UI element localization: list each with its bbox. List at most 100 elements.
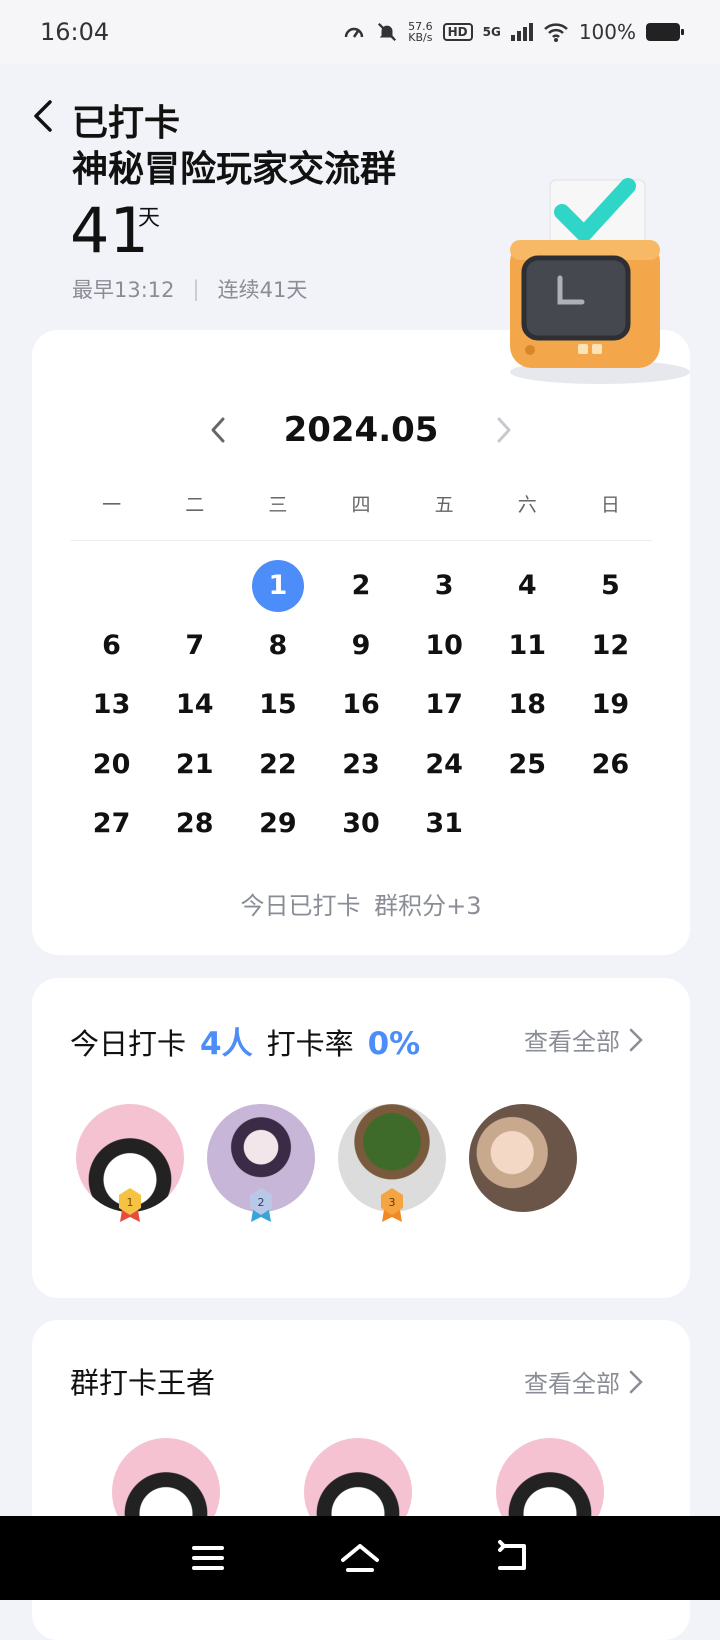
status-bar: 16:04 57.6 KB/s HD 5G 100% [0, 0, 720, 64]
calendar-day[interactable]: 31 [403, 794, 486, 854]
day-number: 14 [175, 689, 214, 721]
checkin-rate-value: 0% [367, 1026, 421, 1062]
day-number: 25 [508, 748, 547, 780]
calendar-day[interactable]: 24 [403, 735, 486, 795]
month-label: 2024.05 [283, 410, 439, 450]
hd-badge: HD [442, 23, 473, 41]
streak-days: 连续41天 [217, 278, 308, 302]
weekday-label: 一 [102, 494, 122, 516]
day-number: 27 [92, 808, 131, 840]
calendar-day[interactable]: 15 [236, 675, 319, 735]
day-number: 1 [251, 559, 304, 612]
day-number: 6 [102, 629, 121, 661]
day-number: 10 [425, 629, 463, 661]
day-number: 8 [268, 629, 288, 661]
avatar[interactable]: 1 [76, 1104, 184, 1222]
day-number: 16 [342, 689, 380, 721]
calendar-day[interactable]: 18 [486, 675, 569, 735]
battery-icon [646, 23, 684, 41]
calendar-day[interactable]: 1 [236, 556, 319, 616]
today-checkin-count: 4人 [200, 1026, 253, 1062]
today-checkin-label: 今日打卡 [70, 1027, 187, 1061]
calendar-day[interactable]: 27 [70, 794, 153, 854]
wifi-icon [543, 23, 568, 42]
chevron-right-icon[interactable] [492, 415, 516, 445]
days-unit: 天 [138, 206, 161, 231]
weekday-label: 二 [185, 494, 205, 516]
checkin-rate-label: 打卡率 [266, 1027, 354, 1061]
chevron-right-icon [629, 1370, 643, 1393]
clock-box-illustration [510, 178, 690, 384]
checkin-status: 已打卡 [72, 103, 181, 144]
back-nav-icon[interactable] [490, 1536, 534, 1580]
group-name: 神秘冒险玩家交流群 [72, 149, 397, 190]
day-number: 20 [92, 748, 131, 780]
today-checkin-header: 今日打卡 4人 打卡率 0% [70, 1018, 420, 1063]
day-number: 3 [434, 570, 454, 602]
weekday-label: 五 [434, 494, 454, 516]
calendar-day[interactable]: 12 [569, 616, 652, 676]
calendar-day[interactable]: 9 [319, 616, 402, 676]
calendar-day[interactable]: 19 [569, 675, 652, 735]
calendar-day[interactable]: 13 [70, 675, 153, 735]
medal-bronze-icon: 3 [381, 1188, 403, 1222]
calendar-day[interactable]: 17 [403, 675, 486, 735]
calendar-day[interactable]: 29 [236, 794, 319, 854]
king-view-all-button[interactable]: 查看全部 [524, 1364, 644, 1399]
signal-icon [510, 23, 533, 41]
mute-icon [378, 22, 397, 42]
calendar-day[interactable]: 6 [70, 616, 153, 676]
weekday-label: 日 [600, 494, 620, 516]
view-all-label: 查看全部 [524, 1028, 620, 1056]
calendar-day[interactable]: 8 [236, 616, 319, 676]
avatar[interactable]: 3 [338, 1104, 446, 1222]
calendar-day[interactable]: 2 [319, 556, 402, 616]
day-number: 11 [508, 629, 547, 661]
menu-icon[interactable] [186, 1536, 230, 1580]
calendar-day[interactable]: 10 [403, 616, 486, 676]
weekday-label: 三 [268, 494, 288, 516]
day-number: 22 [259, 748, 297, 780]
system-nav-bar [0, 1516, 720, 1600]
back-button[interactable] [24, 94, 64, 138]
calendar-day[interactable]: 20 [70, 735, 153, 795]
calendar-day[interactable]: 7 [153, 616, 236, 676]
checkin-result: 今日已打卡 群积分+3 [240, 892, 482, 920]
day-number: 21 [175, 748, 214, 780]
calendar-empty-cell [153, 556, 236, 616]
medal-gold-icon: 1 [119, 1188, 141, 1222]
calendar-day[interactable]: 14 [153, 675, 236, 735]
avatar[interactable]: 2 [207, 1104, 315, 1222]
speed-icon [344, 27, 364, 38]
net-speed: 57.6 KB/s [408, 20, 433, 44]
calendar-day[interactable]: 28 [153, 794, 236, 854]
calendar-day[interactable]: 23 [319, 735, 402, 795]
home-icon[interactable] [338, 1536, 382, 1580]
calendar-day[interactable]: 25 [486, 735, 569, 795]
calendar-day[interactable]: 16 [319, 675, 402, 735]
calendar-day[interactable]: 5 [569, 556, 652, 616]
avatar[interactable] [469, 1104, 577, 1212]
today-view-all-button[interactable]: 查看全部 [524, 1022, 644, 1057]
day-number: 17 [425, 689, 463, 721]
back-icon [34, 100, 52, 132]
calendar-day[interactable]: 22 [236, 735, 319, 795]
day-number: 7 [185, 629, 205, 661]
chevron-right-icon [629, 1028, 643, 1051]
day-number: 2 [351, 570, 371, 602]
calendar-day[interactable]: 3 [403, 556, 486, 616]
calendar-card: 2024.05 一 二 三 四 五 六 日 1 2 3 4 5 6 7 8 9 10 11 12 13 1… [32, 330, 690, 955]
medal-rank: 1 [127, 1196, 134, 1209]
battery-percent: 100% [578, 20, 636, 44]
calendar-day[interactable]: 11 [486, 616, 569, 676]
day-number: 12 [591, 629, 630, 661]
view-all-label: 查看全部 [524, 1370, 620, 1398]
day-number: 23 [342, 748, 380, 780]
calendar-day[interactable]: 4 [486, 556, 569, 616]
day-number: 15 [259, 689, 297, 721]
calendar-day[interactable]: 21 [153, 735, 236, 795]
calendar-day[interactable]: 30 [319, 794, 402, 854]
today-checkin-card: 今日打卡 4人 打卡率 0% 查看全部 1 2 3 [32, 978, 690, 1298]
chevron-left-icon[interactable] [206, 415, 230, 445]
calendar-day[interactable]: 26 [569, 735, 652, 795]
